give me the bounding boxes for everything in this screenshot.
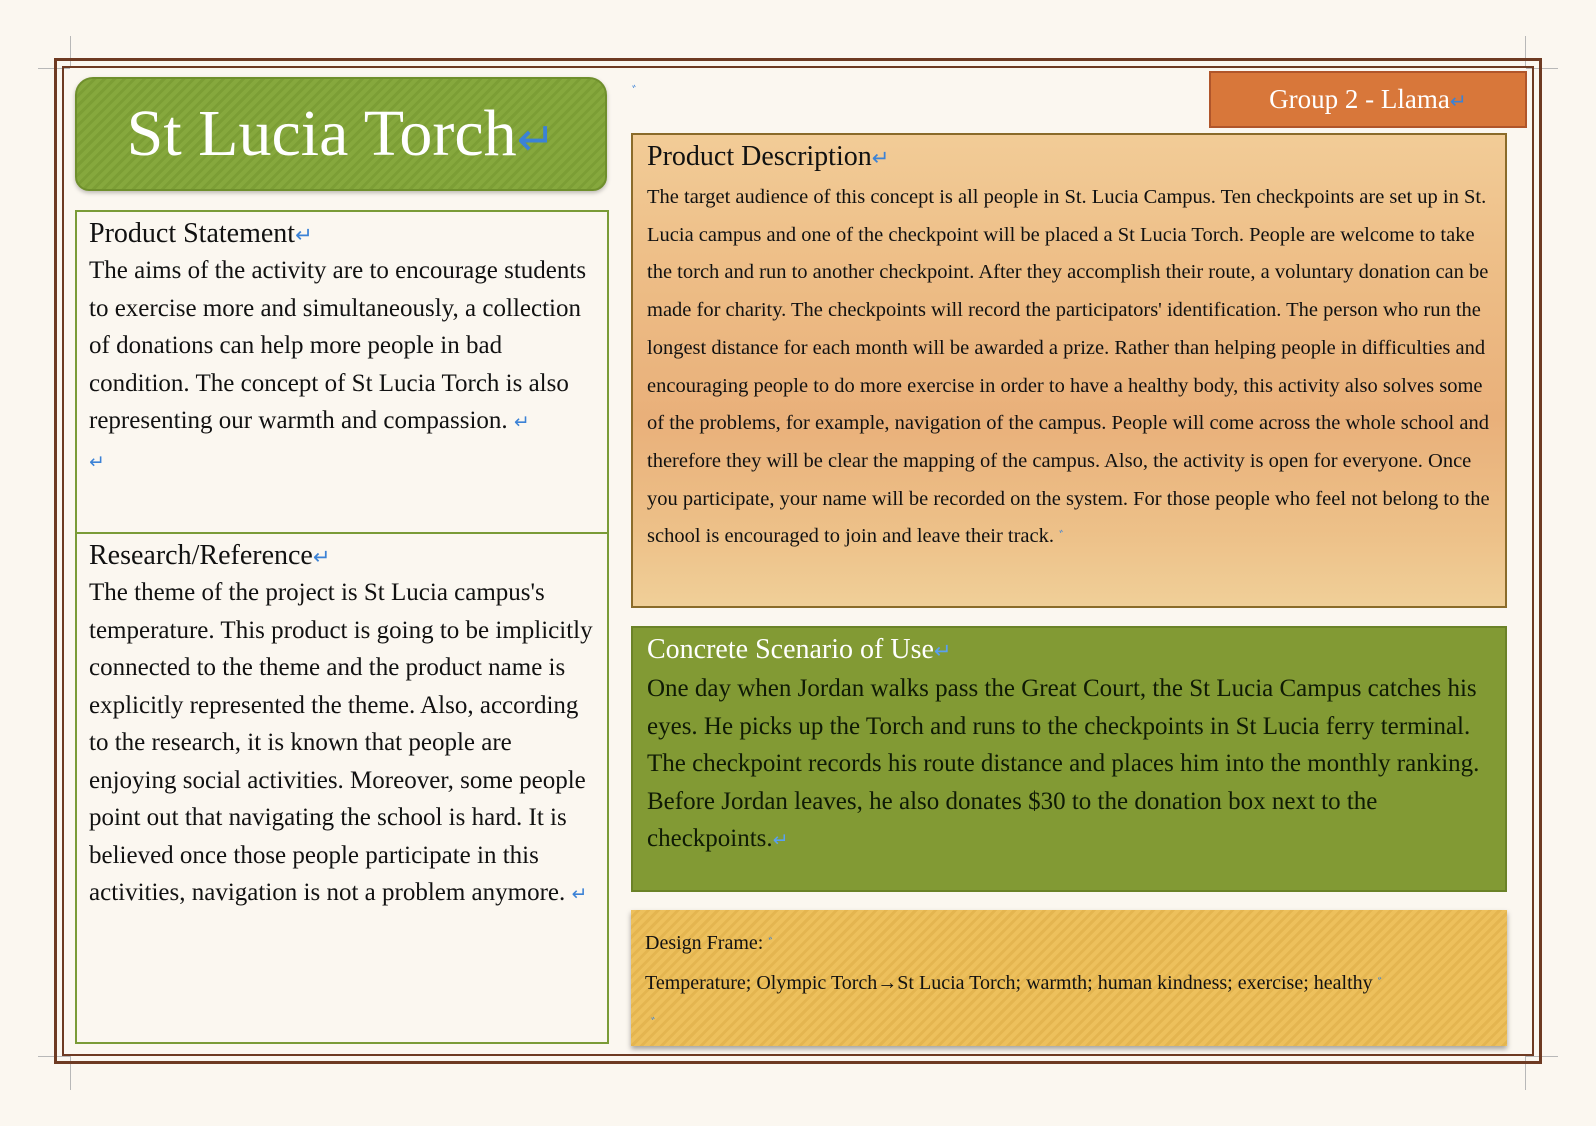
page-title: St Lucia Torch xyxy=(126,97,517,170)
product-statement-body: The aims of the activity are to encourag… xyxy=(89,257,587,434)
empty-paragraph: ↵ xyxy=(89,442,595,482)
paragraph-mark-icon: ↵ xyxy=(89,451,105,473)
product-statement-panel[interactable]: Product Statement↵ The aims of the activ… xyxy=(75,210,609,534)
product-statement-body-row: The aims of the activity are to encourag… xyxy=(89,252,595,442)
research-body: The theme of the project is St Lucia cam… xyxy=(89,579,593,906)
anchor-mark-icon: ﾞ xyxy=(632,85,639,101)
product-description-heading: Product Description xyxy=(647,141,872,172)
design-frame-panel[interactable]: Design Frame: ﾞ Temperature; Olympic Tor… xyxy=(631,910,1507,1046)
anchor-mark-icon: ﾞ xyxy=(768,937,776,953)
product-description-body-row: The target audience of this concept is a… xyxy=(647,179,1491,558)
research-panel[interactable]: Research/Reference↵ The theme of the pro… xyxy=(75,532,609,1044)
group-label: Group 2 - Llama xyxy=(1269,84,1450,114)
product-statement-heading-row: Product Statement↵ xyxy=(89,218,595,250)
research-heading-row: Research/Reference↵ xyxy=(89,540,595,572)
design-frame-label-row: Design Frame: ﾞ xyxy=(645,924,1493,964)
empty-paragraph: ﾞ xyxy=(645,1004,1493,1044)
design-frame-label: Design Frame: xyxy=(645,932,764,954)
title-banner[interactable]: St Lucia Torch↵ xyxy=(75,77,607,191)
paragraph-mark-icon: ↵ xyxy=(513,412,530,433)
scenario-body: One day when Jordan walks pass the Great… xyxy=(647,675,1480,852)
anchor-mark-icon: ﾞ xyxy=(1377,977,1385,993)
anchor-mark-icon: ﾞ xyxy=(651,1017,658,1033)
scenario-body-row: One day when Jordan walks pass the Great… xyxy=(647,670,1491,860)
scenario-heading-row: Concrete Scenario of Use↵ xyxy=(647,634,1491,666)
group-label-box[interactable]: Group 2 - Llama↵ xyxy=(1209,71,1527,128)
product-description-heading-row: Product Description↵ xyxy=(647,141,1491,173)
product-statement-heading: Product Statement xyxy=(89,218,296,249)
design-frame-body: Temperature; Olympic Torch→St Lucia Torc… xyxy=(645,972,1373,994)
research-body-row: The theme of the project is St Lucia cam… xyxy=(89,574,595,914)
paragraph-mark-icon: ↵ xyxy=(312,545,331,569)
research-heading: Research/Reference xyxy=(89,540,313,571)
paragraph-mark-icon: ↵ xyxy=(295,223,313,247)
paragraph-mark-icon: ↵ xyxy=(516,112,556,166)
product-description-body: The target audience of this concept is a… xyxy=(647,186,1490,548)
scenario-panel[interactable]: Concrete Scenario of Use↵ One day when J… xyxy=(631,626,1507,892)
design-frame-body-row: Temperature; Olympic Torch→St Lucia Torc… xyxy=(645,964,1493,1004)
paragraph-mark-icon: ↵ xyxy=(871,146,890,170)
paragraph-mark-icon: ↵ xyxy=(571,884,588,905)
scenario-heading: Concrete Scenario of Use xyxy=(647,634,934,665)
paragraph-mark-icon: ↵ xyxy=(772,830,789,851)
paragraph-mark-icon: ↵ xyxy=(1449,89,1467,113)
anchor-mark-icon: ﾞ xyxy=(1059,530,1067,547)
paragraph-mark-icon: ↵ xyxy=(933,639,952,663)
product-description-panel[interactable]: Product Description↵ The target audience… xyxy=(631,133,1507,608)
